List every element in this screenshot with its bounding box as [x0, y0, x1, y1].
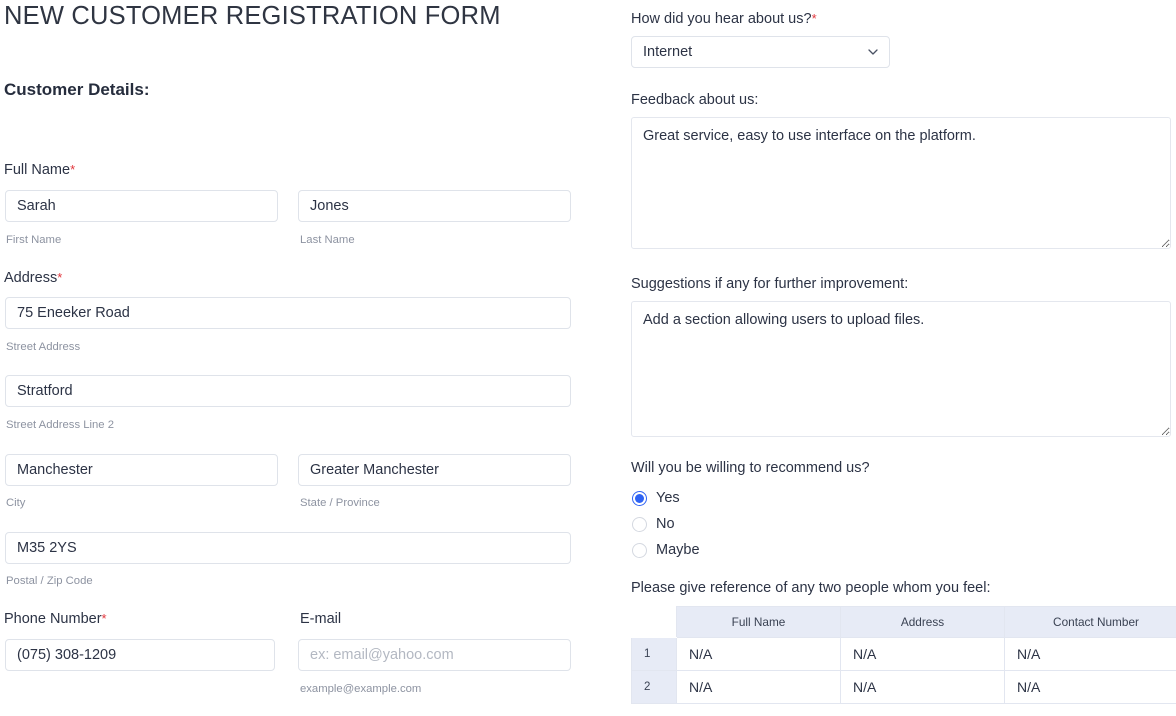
label-suggestions-text: Suggestions if any for further improveme… [631, 276, 909, 292]
label-recommend-text: Will you be willing to recommend us? [631, 460, 870, 476]
label-full-name: Full Name* [4, 161, 75, 179]
registration-form-page: NEW CUSTOMER REGISTRATION FORM Customer … [0, 0, 1176, 716]
label-hear-about-us-text: How did you hear about us? [631, 11, 812, 27]
label-feedback-text: Feedback about us: [631, 92, 759, 108]
cell-full-name[interactable]: N/A [676, 670, 841, 704]
reference-col-contact-number: Contact Number [1004, 606, 1176, 638]
table-row: 2 N/A N/A N/A [631, 670, 1176, 704]
street-address-input[interactable] [5, 297, 571, 329]
radio-label-maybe: Maybe [656, 542, 700, 558]
label-reference: Please give reference of any two people … [631, 579, 991, 597]
section-title-customer-details: Customer Details: [4, 80, 150, 99]
radio-indicator-maybe[interactable] [632, 542, 647, 558]
radio-indicator-yes[interactable] [632, 490, 647, 506]
label-address: Address* [4, 269, 62, 287]
last-name-sublabel: Last Name [300, 234, 355, 246]
required-asterisk: * [811, 11, 817, 26]
email-sublabel: example@example.com [300, 683, 422, 695]
hear-about-us-select-wrap: Internet [631, 36, 890, 68]
cell-address[interactable]: N/A [840, 670, 1005, 704]
label-hear-about-us: How did you hear about us?* [631, 10, 817, 28]
reference-table: Full Name Address Contact Number 1 N/A N… [631, 606, 1176, 704]
first-name-sublabel: First Name [6, 234, 62, 246]
reference-table-corner-cell [631, 606, 677, 638]
label-reference-text: Please give reference of any two people … [631, 580, 991, 596]
table-row: 1 N/A N/A N/A [631, 637, 1176, 671]
label-feedback: Feedback about us: [631, 91, 758, 109]
label-email: E-mail [300, 610, 341, 628]
first-name-input[interactable] [5, 190, 278, 222]
state-province-sublabel: State / Province [300, 497, 380, 509]
page-title: NEW CUSTOMER REGISTRATION FORM [4, 2, 501, 30]
label-full-name-text: Full Name [4, 162, 71, 178]
reference-table-body: 1 N/A N/A N/A 2 N/A N/A N/A [631, 637, 1176, 704]
reference-col-address: Address [840, 606, 1005, 638]
radio-option-yes[interactable]: Yes [632, 485, 680, 511]
required-asterisk: * [57, 270, 63, 285]
cell-address[interactable]: N/A [840, 637, 1005, 671]
last-name-input[interactable] [298, 190, 571, 222]
radio-label-no: No [656, 516, 675, 532]
label-recommend: Will you be willing to recommend us? [631, 459, 870, 477]
postal-code-input[interactable] [5, 532, 571, 564]
row-number: 2 [631, 670, 677, 704]
phone-number-input[interactable] [5, 639, 275, 671]
label-phone-number-text: Phone Number [4, 611, 102, 627]
cell-full-name[interactable]: N/A [676, 637, 841, 671]
radio-label-yes: Yes [656, 490, 680, 506]
street-address-sublabel: Street Address [6, 341, 81, 353]
label-phone-number: Phone Number* [4, 610, 107, 628]
radio-indicator-no[interactable] [632, 516, 647, 532]
required-asterisk: * [101, 611, 107, 626]
right-column: How did you hear about us?* Internet Fee… [631, 0, 1176, 716]
cell-contact-number[interactable]: N/A [1004, 637, 1176, 671]
street-address-line2-sublabel: Street Address Line 2 [6, 419, 115, 431]
city-input[interactable] [5, 454, 278, 486]
reference-table-head: Full Name Address Contact Number [631, 606, 1176, 638]
reference-col-full-name: Full Name [676, 606, 841, 638]
left-column: NEW CUSTOMER REGISTRATION FORM Customer … [0, 0, 600, 716]
postal-code-sublabel: Postal / Zip Code [6, 575, 93, 587]
street-address-line2-input[interactable] [5, 375, 571, 407]
email-input[interactable] [298, 639, 571, 671]
cell-contact-number[interactable]: N/A [1004, 670, 1176, 704]
city-sublabel: City [6, 497, 26, 509]
required-asterisk: * [70, 162, 76, 177]
state-province-input[interactable] [298, 454, 571, 486]
feedback-textarea[interactable]: Great service, easy to use interface on … [631, 117, 1171, 249]
reference-table-header-row: Full Name Address Contact Number [631, 606, 1176, 638]
label-email-text: E-mail [300, 611, 342, 627]
row-number: 1 [631, 637, 677, 671]
suggestions-textarea[interactable]: Add a section allowing users to upload f… [631, 301, 1171, 437]
radio-option-no[interactable]: No [632, 511, 675, 537]
label-address-text: Address [4, 270, 58, 286]
label-suggestions: Suggestions if any for further improveme… [631, 275, 908, 293]
radio-option-maybe[interactable]: Maybe [632, 537, 700, 563]
hear-about-us-select[interactable]: Internet [631, 36, 890, 68]
